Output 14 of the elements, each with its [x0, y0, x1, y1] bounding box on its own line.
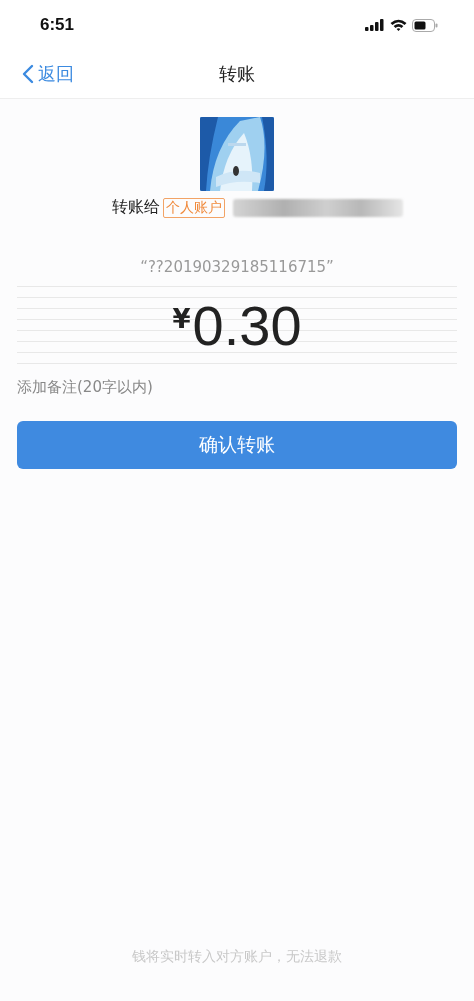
amount-value: 0.30	[192, 298, 302, 354]
confirm-button[interactable]: 确认转账	[17, 421, 457, 469]
battery-icon	[412, 18, 438, 32]
page-title: 转账	[219, 62, 255, 86]
wifi-icon	[390, 19, 407, 31]
note-field[interactable]: 添加备注(20字以内)	[17, 375, 457, 399]
back-button[interactable]: 返回	[22, 62, 74, 86]
signal-icon	[365, 19, 385, 31]
currency-symbol: ¥	[172, 304, 191, 334]
transfer-memo: “??20190329185116715”	[139, 258, 335, 276]
chevron-left-icon	[22, 64, 34, 84]
recipient-label: 转账给	[111, 197, 160, 218]
status-time: 6:51	[40, 15, 75, 35]
account-type-tag: 个人账户	[162, 197, 225, 218]
